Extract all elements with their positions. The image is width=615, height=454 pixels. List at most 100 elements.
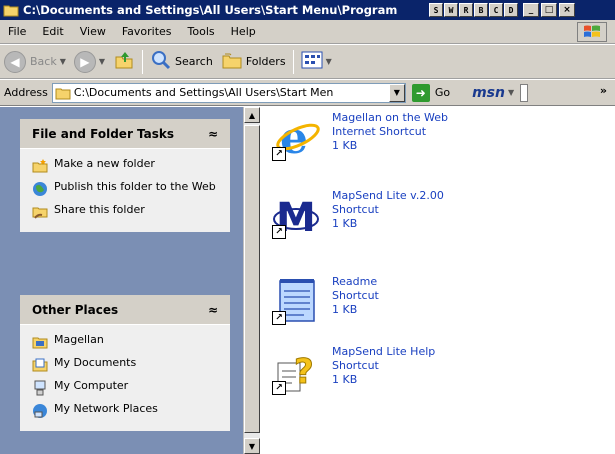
views-icon (301, 50, 323, 73)
minimize-button[interactable]: _ (523, 3, 539, 17)
title-bar: C:\Documents and Settings\All Users\Star… (0, 0, 615, 20)
mapsend-icon: M ↗ (270, 189, 322, 241)
window-title: C:\Documents and Settings\All Users\Star… (23, 3, 398, 17)
toolbar-separator (142, 49, 144, 74)
menu-file[interactable]: File (0, 25, 34, 38)
file-size: 1 KB (332, 139, 358, 152)
menu-help[interactable]: Help (223, 25, 264, 38)
back-dropdown-icon[interactable]: ▼ (60, 57, 66, 66)
mini-button-b[interactable]: B (474, 3, 488, 17)
other-places-list: Magellan My Documents My Computer My Net… (20, 325, 230, 431)
maximize-button[interactable]: □ (541, 3, 557, 17)
file-type: Shortcut (332, 203, 379, 216)
globe-icon (32, 181, 48, 197)
task-label: Make a new folder (54, 157, 155, 170)
new-folder-icon (32, 158, 48, 174)
forward-button[interactable]: ▶ ▼ (70, 48, 109, 76)
scroll-down-button[interactable]: ▼ (244, 438, 260, 454)
place-my-computer[interactable]: My Computer (32, 379, 218, 396)
notepad-icon: ↗ (270, 275, 322, 327)
file-details: Readme Shortcut 1 KB (332, 275, 379, 317)
menu-tools[interactable]: Tools (180, 25, 223, 38)
place-label: My Computer (54, 379, 129, 392)
panel-title: File and Folder Tasks (32, 126, 175, 141)
collapse-icon[interactable]: ≈ (208, 127, 218, 141)
place-label: Magellan (54, 333, 104, 346)
forward-dropdown-icon[interactable]: ▼ (99, 57, 105, 66)
address-input[interactable]: C:\Documents and Settings\All Users\Star… (51, 82, 406, 103)
file-name: Magellan on the Web (332, 111, 449, 124)
file-name: Readme (332, 275, 378, 288)
back-arrow-icon: ◀ (4, 50, 26, 73)
go-label: Go (434, 86, 451, 99)
back-button[interactable]: ◀ Back ▼ (0, 48, 70, 76)
program-group-icon (32, 334, 48, 350)
shortcut-arrow-icon: ↗ (272, 147, 286, 161)
menu-favorites[interactable]: Favorites (114, 25, 180, 38)
toolbar: ◀ Back ▼ ▶ ▼ Search Folders ▼ (0, 45, 615, 79)
windows-logo-icon (577, 22, 607, 42)
mini-button-w[interactable]: W (444, 3, 458, 17)
task-publish-folder[interactable]: Publish this folder to the Web (32, 180, 218, 197)
file-name: MapSend Lite Help (332, 345, 436, 358)
mini-button-r[interactable]: R (459, 3, 473, 17)
address-dropdown-icon[interactable]: ▼ (388, 83, 405, 102)
file-size: 1 KB (332, 217, 358, 230)
file-item[interactable]: ↗ Readme Shortcut 1 KB (270, 275, 379, 327)
forward-arrow-icon: ▶ (73, 50, 96, 73)
file-name: MapSend Lite v.2.00 (332, 189, 444, 202)
file-details: MapSend Lite Help Shortcut 1 KB (332, 345, 435, 387)
scroll-thumb[interactable] (244, 125, 260, 433)
window-controls: _ □ × (521, 3, 575, 17)
toolbar-more-icon[interactable]: » (600, 84, 607, 97)
go-arrow-icon: ➜ (411, 83, 430, 102)
menu-view[interactable]: View (72, 25, 114, 38)
mini-button-c[interactable]: C (489, 3, 503, 17)
views-button[interactable]: ▼ (297, 48, 336, 76)
file-details: MapSend Lite v.2.00 Shortcut 1 KB (332, 189, 444, 231)
task-share-folder[interactable]: Share this folder (32, 203, 218, 220)
menu-edit[interactable]: Edit (34, 25, 71, 38)
up-folder-icon (113, 49, 135, 74)
file-list: e ↗ Magellan on the Web Internet Shortcu… (260, 107, 615, 454)
place-my-network-places[interactable]: My Network Places (32, 402, 218, 419)
shortcut-arrow-icon: ↗ (272, 381, 286, 395)
file-size: 1 KB (332, 373, 358, 386)
file-folder-tasks-header[interactable]: File and Folder Tasks ≈ (20, 119, 230, 149)
folder-icon (3, 3, 19, 17)
back-label: Back (30, 55, 57, 68)
search-button[interactable]: Search (146, 48, 217, 76)
scroll-up-button[interactable]: ▲ (244, 107, 260, 123)
folders-button[interactable]: Folders (217, 48, 290, 76)
up-folder-button[interactable] (109, 48, 139, 76)
task-make-new-folder[interactable]: Make a new folder (32, 157, 218, 174)
msn-dropdown-icon[interactable]: ▼ (508, 88, 514, 97)
shortcut-arrow-icon: ↗ (272, 311, 286, 325)
task-pane: File and Folder Tasks ≈ Make a new folde… (0, 107, 243, 454)
mini-button-d[interactable]: D (504, 3, 518, 17)
folder-icon (55, 86, 71, 100)
place-my-documents[interactable]: My Documents (32, 356, 218, 373)
file-item[interactable]: ? ↗ MapSend Lite Help Shortcut 1 KB (270, 345, 435, 397)
vertical-scrollbar[interactable]: ▲ ▼ (243, 107, 260, 454)
place-magellan[interactable]: Magellan (32, 333, 218, 350)
file-item[interactable]: M ↗ MapSend Lite v.2.00 Shortcut 1 KB (270, 189, 444, 241)
msn-search-box[interactable] (520, 83, 529, 102)
title-mini-buttons: S W R B C D (429, 3, 519, 17)
file-folder-tasks-list: Make a new folder Publish this folder to… (20, 149, 230, 232)
close-button[interactable]: × (559, 3, 575, 17)
views-dropdown-icon[interactable]: ▼ (326, 57, 332, 66)
mini-button-s[interactable]: S (429, 3, 443, 17)
folders-label: Folders (245, 55, 286, 68)
file-size: 1 KB (332, 303, 358, 316)
other-places-header[interactable]: Other Places ≈ (20, 295, 230, 325)
msn-logo[interactable]: msn (472, 85, 505, 101)
go-button[interactable]: ➜ Go (411, 83, 451, 102)
file-details: Magellan on the Web Internet Shortcut 1 … (332, 111, 448, 153)
help-icon: ? ↗ (270, 345, 322, 397)
search-icon (150, 49, 172, 74)
collapse-icon[interactable]: ≈ (208, 303, 218, 317)
search-label: Search (175, 55, 213, 68)
file-item[interactable]: e ↗ Magellan on the Web Internet Shortcu… (270, 111, 448, 164)
network-places-icon (32, 403, 48, 419)
